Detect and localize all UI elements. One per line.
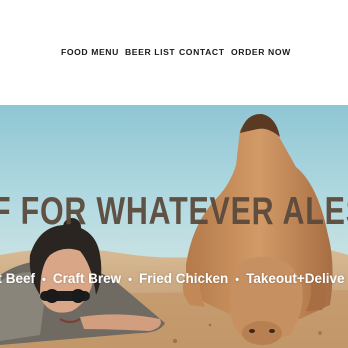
ticker-item: Fried Chicken (139, 271, 229, 286)
ticker-item: Takeout+Delive (246, 271, 345, 286)
ticker-track: st Beef • Craft Brew • Fried Chicken • Takeout… (0, 269, 345, 289)
nav-item-order-now[interactable]: ORDER NOW (231, 45, 291, 59)
page: FOOD MENU BEER LIST CONTACT ORDER NOW F … (0, 0, 348, 348)
nav-item-contact[interactable]: CONTACT (179, 45, 225, 59)
ticker-item: Craft Brew (52, 271, 122, 286)
nav-item-beer-list[interactable]: BEER LIST (125, 45, 175, 59)
nav-item-food-menu[interactable]: FOOD MENU (61, 45, 119, 59)
ticker-separator: • (42, 274, 46, 286)
top-navigation: FOOD MENU BEER LIST CONTACT ORDER NOW (0, 0, 348, 105)
ticker-separator: • (128, 274, 132, 286)
nav-menu: FOOD MENU BEER LIST CONTACT ORDER NOW (0, 45, 348, 59)
hero-headline: F FOR WHATEVER ALES (0, 190, 348, 233)
ticker-item: st Beef (0, 271, 36, 286)
hero-banner: F FOR WHATEVER ALES st Beef • Craft Brew • F… (0, 105, 348, 348)
specials-ticker: st Beef • Craft Brew • Fried Chicken • Takeout… (0, 269, 348, 289)
ticker-separator: • (235, 274, 240, 286)
